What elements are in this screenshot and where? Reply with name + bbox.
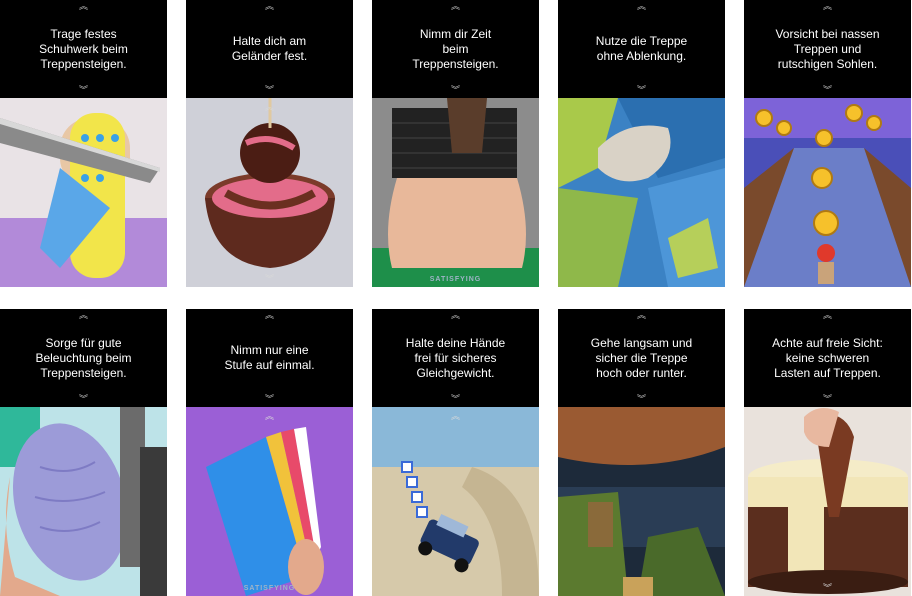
chevron-up-icon: ︽	[822, 310, 833, 320]
card-caption: Nimm dir Zeit beim Treppensteigen.	[372, 0, 539, 98]
chevron-up-icon: ︽	[822, 1, 833, 11]
chevron-up-icon: ︽	[264, 310, 275, 320]
chevron-down-icon: ︾	[450, 85, 461, 95]
chevron-up-icon: ︽	[636, 1, 647, 11]
video-card-3[interactable]: Nimm dir Zeit beim Treppensteigen. ︽ ︾ S…	[372, 0, 539, 287]
chevron-down-icon: ︾	[78, 85, 89, 95]
runner-game-image	[744, 98, 911, 287]
watermark: SATISFYING	[243, 585, 296, 592]
chevron-up-icon: ︽	[264, 102, 275, 112]
video-thumbnail[interactable]	[744, 98, 911, 287]
chevron-up-icon: ︽	[264, 411, 275, 421]
video-grid: Trage festes Schuhwerk beim Treppensteig…	[0, 0, 912, 596]
card-caption: Nutze die Treppe ohne Ablenkung.	[558, 0, 725, 98]
video-card-4[interactable]: Nutze die Treppe ohne Ablenkung. ︽ ︾	[558, 0, 725, 287]
chevron-up-icon: ︽	[264, 1, 275, 11]
card-caption: Vorsicht bei nassen Treppen und rutschig…	[744, 0, 911, 98]
video-thumbnail[interactable]: ︾	[744, 407, 911, 596]
chevron-down-icon: ︾	[822, 85, 833, 95]
video-thumbnail[interactable]	[0, 407, 167, 596]
chevron-up-icon: ︽	[636, 310, 647, 320]
chevron-up-icon: ︽	[78, 1, 89, 11]
video-thumbnail[interactable]: ︽ SATISFYING	[186, 407, 353, 596]
blocky-world-image	[558, 407, 725, 596]
video-card-1[interactable]: Trage festes Schuhwerk beim Treppensteig…	[0, 0, 167, 287]
video-card-5[interactable]: Vorsicht bei nassen Treppen und rutschig…	[744, 0, 911, 287]
chevron-up-icon: ︽	[450, 1, 461, 11]
card-caption: Halte deine Hände frei für sicheres Glei…	[372, 309, 539, 407]
video-card-10[interactable]: Achte auf freie Sicht: keine schweren La…	[744, 309, 911, 596]
chevron-down-icon: ︾	[78, 394, 89, 404]
video-card-9[interactable]: Gehe langsam und sicher die Treppe hoch …	[558, 309, 725, 596]
chevron-down-icon: ︾	[636, 85, 647, 95]
video-card-7[interactable]: Nimm nur eine Stufe auf einmal. ︽ ︾ ︽ SA…	[186, 309, 353, 596]
card-caption: Halte dich am Geländer fest.	[186, 0, 353, 98]
card-caption: Trage festes Schuhwerk beim Treppensteig…	[0, 0, 167, 98]
chevron-up-icon: ︽	[450, 411, 461, 421]
sand-basket-image	[372, 98, 539, 287]
chevron-down-icon: ︾	[822, 583, 833, 593]
video-thumbnail[interactable]: ︽ ︾	[186, 98, 353, 287]
video-thumbnail[interactable]	[558, 407, 725, 596]
stunt-car-image	[372, 407, 539, 596]
sponge-image	[186, 407, 353, 596]
card-caption: Achte auf freie Sicht: keine schweren La…	[744, 309, 911, 407]
card-caption: Nimm nur eine Stufe auf einmal.	[186, 309, 353, 407]
chocolate-apple-image	[186, 98, 353, 287]
cutting-toy-image	[0, 98, 167, 287]
video-thumbnail[interactable]: SATISFYING	[372, 98, 539, 287]
video-card-2[interactable]: Halte dich am Geländer fest. ︽ ︾ ︽ ︾	[186, 0, 353, 287]
soap-cutting-image	[0, 407, 167, 596]
kinetic-sand-image	[558, 98, 725, 287]
video-thumbnail[interactable]	[0, 98, 167, 287]
chevron-down-icon: ︾	[264, 394, 275, 404]
chevron-down-icon: ︾	[636, 394, 647, 404]
video-card-8[interactable]: Halte deine Hände frei für sicheres Glei…	[372, 309, 539, 596]
card-caption: Sorge für gute Beleuchtung beim Treppens…	[0, 309, 167, 407]
video-thumbnail[interactable]: ︽	[372, 407, 539, 596]
watermark: SATISFYING	[429, 276, 482, 283]
video-thumbnail[interactable]	[558, 98, 725, 287]
chocolate-cake-image	[744, 407, 911, 596]
chevron-up-icon: ︽	[450, 310, 461, 320]
chevron-down-icon: ︾	[264, 85, 275, 95]
chevron-up-icon: ︽	[78, 310, 89, 320]
video-card-6[interactable]: Sorge für gute Beleuchtung beim Treppens…	[0, 309, 167, 596]
chevron-down-icon: ︾	[822, 394, 833, 404]
chevron-down-icon: ︾	[264, 274, 275, 284]
card-caption: Gehe langsam und sicher die Treppe hoch …	[558, 309, 725, 407]
chevron-down-icon: ︾	[450, 394, 461, 404]
